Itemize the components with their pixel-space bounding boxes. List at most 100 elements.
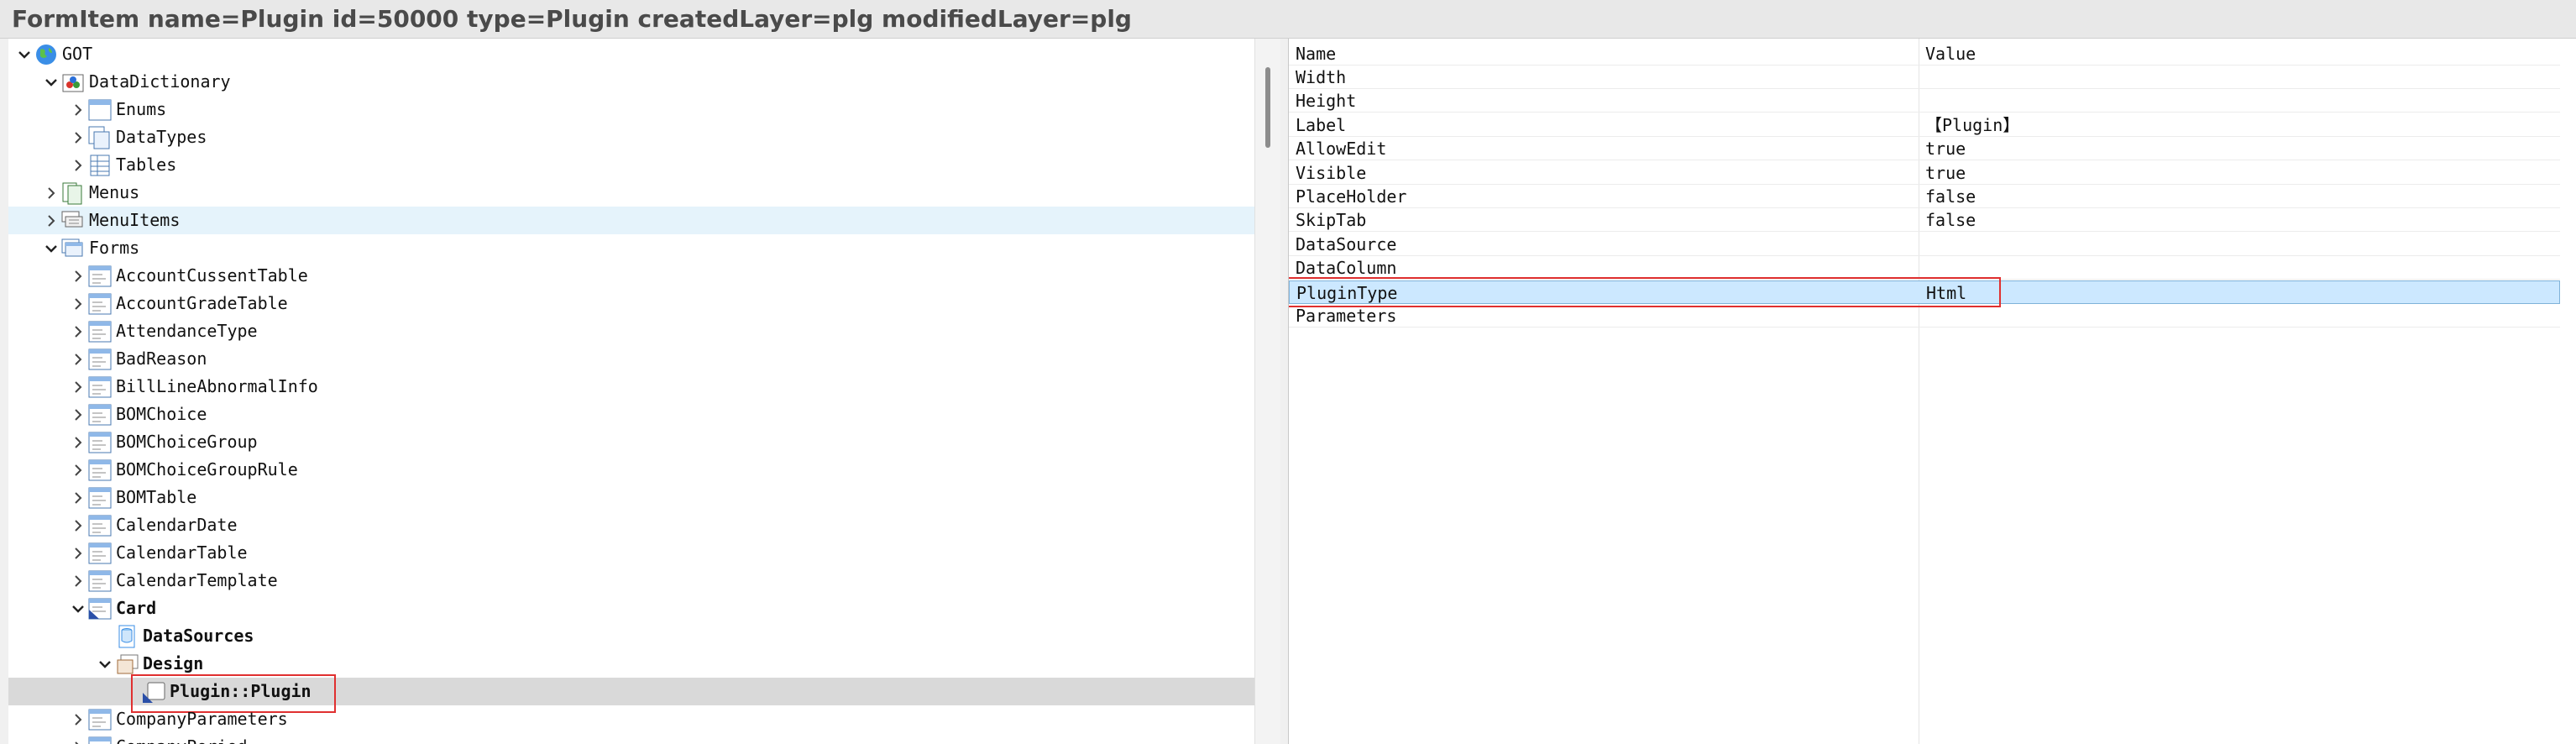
property-value[interactable]: Html <box>1926 281 2547 305</box>
property-row[interactable]: DataSource <box>1289 233 2560 256</box>
tree-item[interactable]: Tables <box>8 151 1254 179</box>
form-icon <box>87 458 113 483</box>
tree-item[interactable]: BOMTable <box>8 484 1254 511</box>
property-value[interactable]: 【Plugin】 <box>1925 113 2547 137</box>
property-value[interactable] <box>1925 256 2547 280</box>
tree-item[interactable]: CompanyPeriod <box>8 733 1254 744</box>
tree-item[interactable]: DataTypes <box>8 123 1254 151</box>
header-value[interactable]: Value <box>1925 42 2547 65</box>
property-value[interactable]: true <box>1925 161 2547 185</box>
property-grid-header: Name Value <box>1289 42 2560 65</box>
chevron-down-icon[interactable] <box>96 655 114 673</box>
tree-item-label: CompanyParameters <box>116 709 288 729</box>
chevron-right-icon[interactable] <box>69 516 87 535</box>
tree-item[interactable]: DataDictionary <box>8 68 1254 96</box>
tree-item-label: DataDictionary <box>89 71 231 92</box>
tree-item[interactable]: BOMChoice <box>8 401 1254 428</box>
tree-scrollbar[interactable] <box>1254 39 1280 744</box>
chevron-right-icon[interactable] <box>69 350 87 369</box>
form-icon <box>87 541 113 566</box>
chevron-right-icon[interactable] <box>69 710 87 729</box>
menus-icon <box>60 181 86 206</box>
property-row[interactable]: Visible true <box>1289 161 2560 185</box>
property-name: Label <box>1296 114 1347 135</box>
chevron-down-icon[interactable] <box>42 239 60 258</box>
property-value[interactable] <box>1925 65 2547 89</box>
property-value[interactable] <box>1925 233 2547 256</box>
tree-item[interactable]: GOT <box>8 40 1254 68</box>
menuitems-icon <box>60 208 86 233</box>
property-row[interactable]: Label 【Plugin】 <box>1289 113 2560 137</box>
tree-item[interactable]: Card <box>8 595 1254 622</box>
property-row[interactable]: Height <box>1289 89 2560 113</box>
tree-item[interactable]: CalendarDate <box>8 511 1254 539</box>
tree-item[interactable]: Forms <box>8 234 1254 262</box>
chevron-right-icon[interactable] <box>69 128 87 147</box>
property-row[interactable]: AllowEdit true <box>1289 137 2560 161</box>
chevron-down-icon[interactable] <box>15 45 34 64</box>
chevron-right-icon[interactable] <box>69 461 87 479</box>
chevron-right-icon[interactable] <box>42 212 60 230</box>
chevron-down-icon[interactable] <box>69 600 87 618</box>
tree-item[interactable]: CalendarTable <box>8 539 1254 567</box>
chevron-down-icon[interactable] <box>42 73 60 92</box>
tree-item[interactable]: AttendanceType <box>8 317 1254 345</box>
tree-item-label: AttendanceType <box>116 321 258 341</box>
tree-item[interactable]: Menus <box>8 179 1254 207</box>
chevron-right-icon[interactable] <box>69 738 87 744</box>
chevron-right-icon[interactable] <box>42 184 60 202</box>
tree-item[interactable]: BillLineAbnormalInfo <box>8 373 1254 401</box>
chevron-right-icon[interactable] <box>69 406 87 424</box>
property-name: PluginType <box>1296 282 1398 303</box>
tree-item[interactable]: MenuItems <box>8 207 1254 234</box>
form-icon <box>87 347 113 372</box>
window-titlebar: FormItem name=Plugin id=50000 type=Plugi… <box>0 0 2576 39</box>
tree-item[interactable]: AccountGradeTable <box>8 290 1254 317</box>
property-row[interactable]: Parameters <box>1289 304 2560 327</box>
chevron-right-icon[interactable] <box>69 101 87 119</box>
property-row[interactable]: PlaceHolder false <box>1289 185 2560 208</box>
tree-item[interactable]: BOMChoiceGroupRule <box>8 456 1254 484</box>
tree-item[interactable]: BadReason <box>8 345 1254 373</box>
chevron-right-icon[interactable] <box>69 572 87 590</box>
property-row[interactable]: DataColumn <box>1289 256 2560 280</box>
chevron-right-icon[interactable] <box>69 322 87 341</box>
object-tree[interactable]: GOT DataDictionary Enums DataTypes Tables Men… <box>8 39 1264 744</box>
form-modified-icon <box>87 596 113 621</box>
property-value[interactable]: true <box>1925 137 2547 160</box>
tree-item-label: Menus <box>89 182 140 202</box>
tree-item[interactable]: Enums <box>8 96 1254 123</box>
property-row[interactable]: SkipTab false <box>1289 208 2560 233</box>
form-icon <box>87 319 113 344</box>
tree-item[interactable]: AccountCussentTable <box>8 262 1254 290</box>
form-icon <box>87 735 113 744</box>
property-value[interactable] <box>1925 304 2547 327</box>
property-value[interactable]: false <box>1925 208 2547 232</box>
chevron-right-icon[interactable] <box>69 433 87 452</box>
tree-scrollbar-thumb[interactable] <box>1265 67 1270 148</box>
tree-item-label: BadReason <box>116 348 207 369</box>
data-dictionary-icon <box>60 70 86 95</box>
property-row[interactable]: Width <box>1289 65 2560 89</box>
property-value[interactable]: false <box>1925 185 2547 208</box>
chevron-right-icon[interactable] <box>69 295 87 313</box>
chevron-right-icon[interactable] <box>69 378 87 396</box>
chevron-right-icon[interactable] <box>69 489 87 507</box>
form-icon <box>87 513 113 538</box>
tree-item[interactable]: BOMChoiceGroup <box>8 428 1254 456</box>
tree-item[interactable]: DataSources <box>8 622 1254 650</box>
tree-item-label: DataSources <box>143 626 254 646</box>
chevron-right-icon[interactable] <box>69 156 87 175</box>
header-name[interactable]: Name <box>1296 42 1917 65</box>
chevron-right-icon[interactable] <box>69 267 87 286</box>
property-row[interactable]: PluginType Html <box>1289 280 2560 304</box>
property-value[interactable] <box>1925 89 2547 113</box>
tree-item[interactable]: Plugin::Plugin <box>8 678 1254 705</box>
property-name: Visible <box>1296 162 1367 183</box>
tree-item[interactable]: Design <box>8 650 1254 678</box>
tree-item-label: Plugin::Plugin <box>170 681 312 701</box>
chevron-right-icon[interactable] <box>69 544 87 563</box>
tree-item[interactable]: CompanyParameters <box>8 705 1254 733</box>
tree-item[interactable]: CalendarTemplate <box>8 567 1254 595</box>
tree-item-label: Design <box>143 653 204 673</box>
